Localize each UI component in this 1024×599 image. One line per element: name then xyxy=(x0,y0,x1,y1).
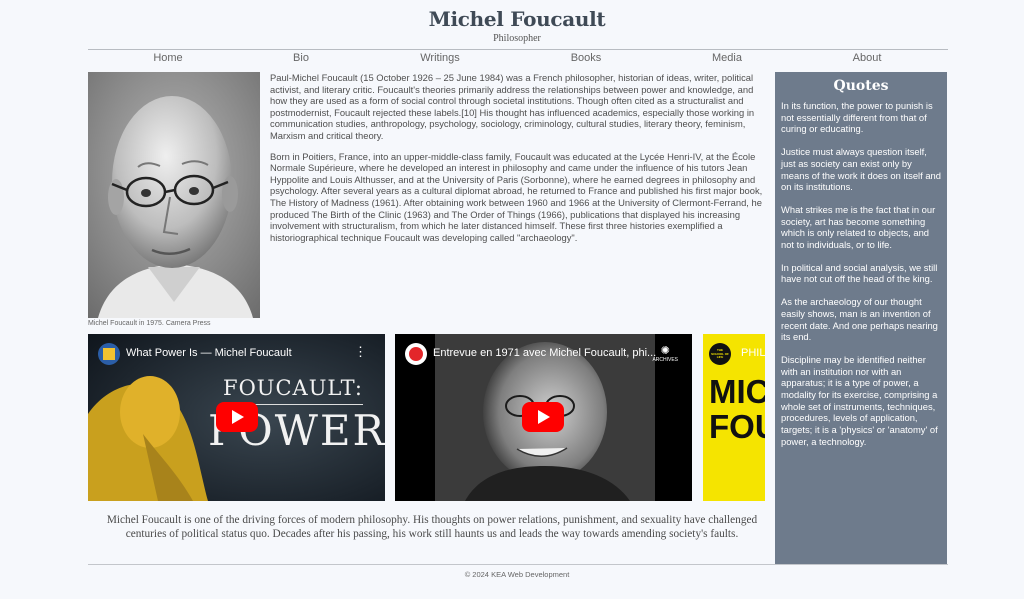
video-title[interactable]: Entrevue en 1971 avec Michel Foucault, p… xyxy=(433,347,656,359)
quote-item: Discipline may be identified neither wit… xyxy=(781,353,938,447)
channel-avatar-text: THE SCHOOL OF LIFE xyxy=(711,348,729,359)
nav-bio[interactable]: Bio xyxy=(293,52,309,64)
more-options-icon[interactable]: ⋮ xyxy=(354,345,367,358)
site-subtitle: Philosopher xyxy=(493,33,541,44)
channel-avatar xyxy=(405,343,427,365)
video-title[interactable]: What Power Is — Michel Foucault xyxy=(126,347,292,359)
nav-media[interactable]: Media xyxy=(712,52,742,64)
play-button-icon[interactable] xyxy=(216,402,258,432)
archives-badge: ✺ ARCHIVES xyxy=(652,345,678,363)
thumbnail-text: MICH FOUC xyxy=(709,373,765,445)
archives-badge-text: ARCHIVES xyxy=(652,357,678,363)
portrait-caption: Michel Foucault in 1975. Camera Press xyxy=(88,320,211,327)
quote-item: Justice must always question itself, jus… xyxy=(781,146,941,193)
quote-item: What strikes me is the fact that in our … xyxy=(781,203,936,251)
nav-home[interactable]: Home xyxy=(153,52,182,64)
quotes-title: Quotes xyxy=(833,78,889,94)
main-nav: Home Bio Writings Books Media About xyxy=(88,52,948,66)
video-embed-entrevue-1971[interactable]: Entrevue en 1971 avec Michel Foucault, p… xyxy=(395,334,692,501)
nav-books[interactable]: Books xyxy=(571,52,602,64)
quote-item: In its function, the power to punish is … xyxy=(781,100,933,135)
foucault-portrait xyxy=(88,72,260,318)
play-button-icon[interactable] xyxy=(522,402,564,432)
bio-text: Paul-Michel Foucault (15 October 1926 – … xyxy=(270,72,766,252)
video-title[interactable]: PHIL xyxy=(741,347,765,359)
thumbnail-text: FOUCAULT: xyxy=(223,376,363,400)
quotes-sidebar: Quotes In its function, the power to pun… xyxy=(775,72,947,564)
video-embed-what-power-is[interactable]: What Power Is — Michel Foucault ⋮ FOUCAU… xyxy=(88,334,385,501)
site-title: Michel Foucault xyxy=(428,7,606,31)
nav-about[interactable]: About xyxy=(853,52,882,64)
bio-paragraph: Paul-Michel Foucault (15 October 1926 – … xyxy=(270,72,755,141)
bio-paragraph: Born in Poitiers, France, into an upper-… xyxy=(270,150,763,243)
channel-avatar xyxy=(98,343,120,365)
footer-divider xyxy=(88,564,948,565)
nav-writings[interactable]: Writings xyxy=(420,52,460,64)
quote-item: In political and social analysis, we sti… xyxy=(781,261,938,285)
channel-avatar: THE SCHOOL OF LIFE xyxy=(709,343,731,365)
closing-statement: Michel Foucault is one of the driving fo… xyxy=(106,514,758,540)
video-embed-school-of-life[interactable]: THE SCHOOL OF LIFE PHIL MICH FOUC xyxy=(703,334,765,501)
nav-divider xyxy=(88,49,948,50)
quote-item: As the archaeology of our thought easily… xyxy=(781,296,938,343)
footer-copyright: © 2024 KEA Web Development xyxy=(464,570,570,579)
